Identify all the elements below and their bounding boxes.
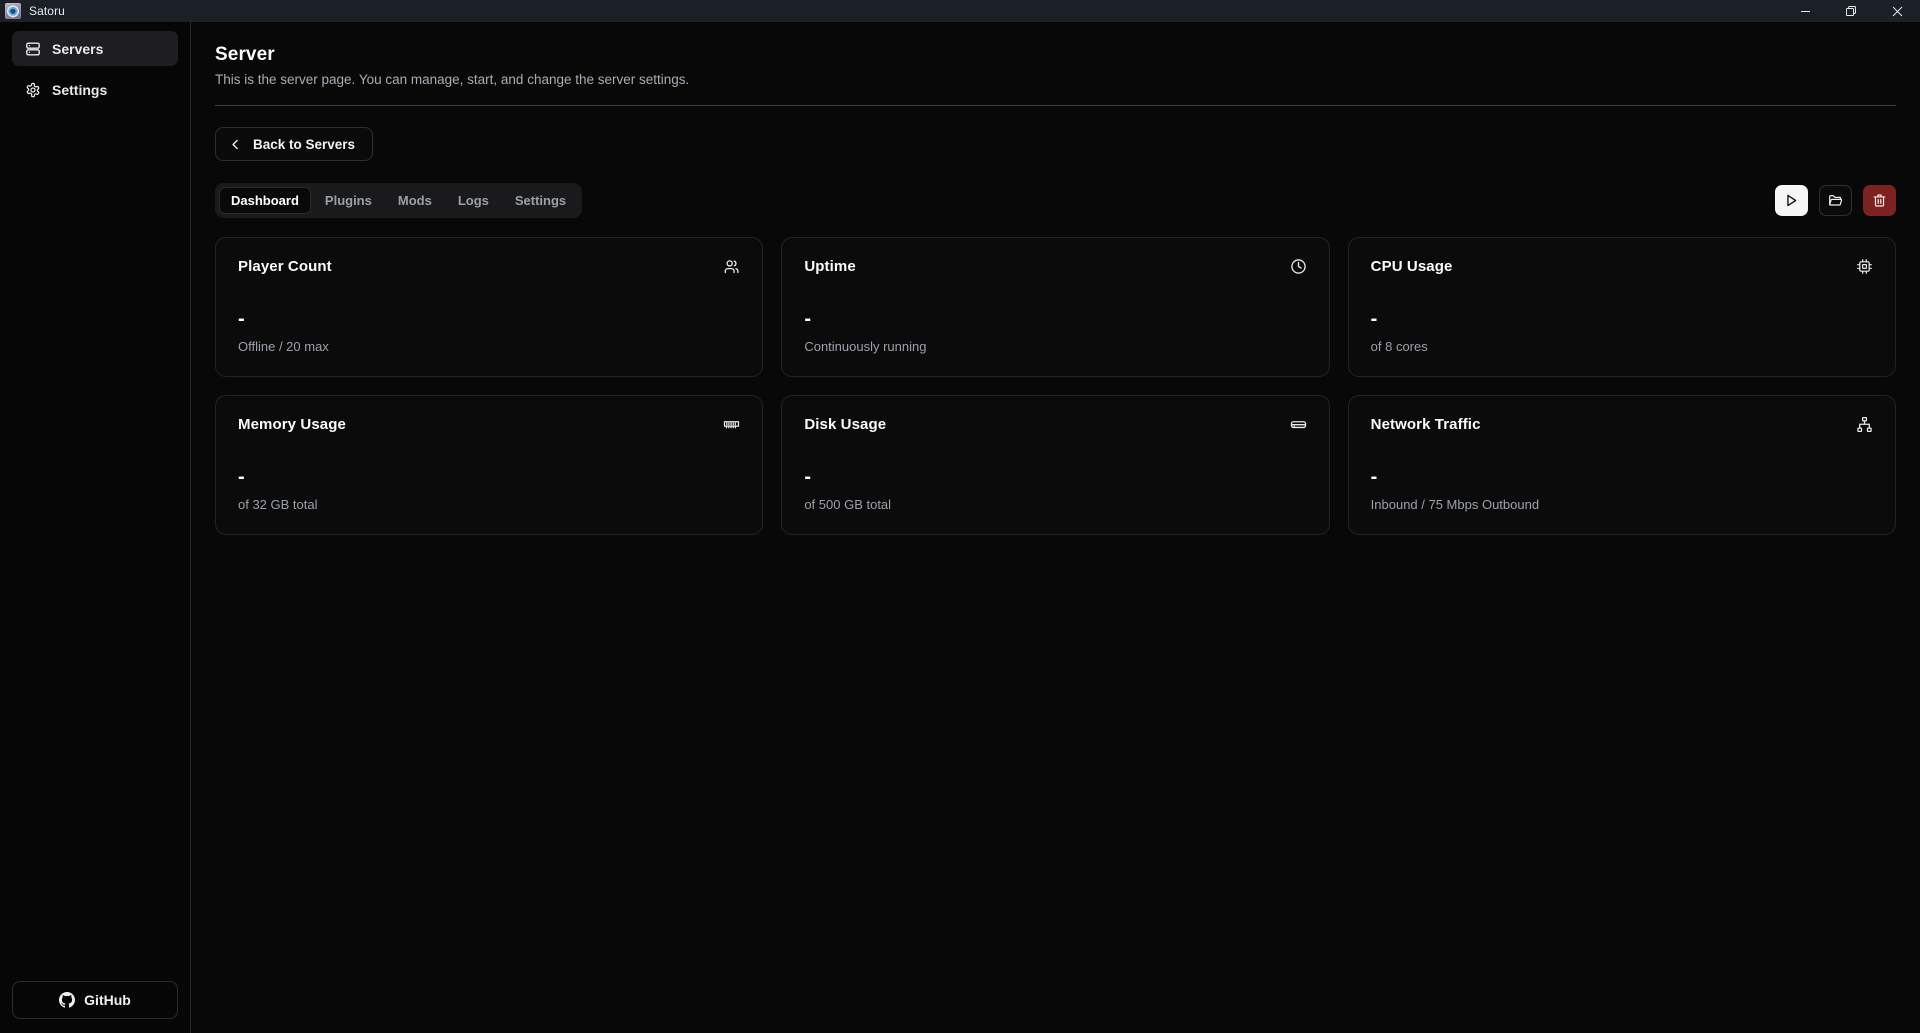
sidebar-item-servers[interactable]: Servers — [12, 31, 178, 66]
tab-settings[interactable]: Settings — [503, 187, 578, 214]
users-icon — [723, 258, 740, 275]
tab-dashboard[interactable]: Dashboard — [219, 187, 311, 214]
card-value: - — [804, 466, 811, 488]
card-title: Uptime — [804, 258, 856, 275]
folder-icon — [1828, 193, 1843, 208]
trash-icon — [1872, 193, 1887, 208]
card-subtitle: of 500 GB total — [804, 497, 892, 512]
github-button-label: GitHub — [84, 992, 131, 1008]
card-header: Disk Usage — [804, 416, 1306, 433]
card-value: - — [1370, 308, 1378, 330]
window-controls — [1782, 0, 1920, 22]
card-uptime: Uptime - Continuously running — [781, 237, 1330, 377]
card-value: - — [238, 466, 245, 488]
stats-card-grid: Player Count - Offline / 20 max Uptime -… — [215, 237, 1896, 535]
card-value: - — [1370, 466, 1378, 488]
back-to-servers-label: Back to Servers — [253, 136, 356, 152]
network-icon — [1856, 416, 1873, 433]
card-title: Memory Usage — [238, 416, 346, 433]
card-value: - — [804, 308, 811, 330]
sidebar-item-label: Settings — [52, 81, 108, 98]
github-button[interactable]: GitHub — [12, 981, 178, 1019]
server-tabs: Dashboard Plugins Mods Logs Settings — [215, 183, 583, 218]
maximize-restore-icon[interactable] — [1828, 0, 1874, 22]
app-shell: Servers Settings GitHub Server This is t… — [0, 22, 1920, 1033]
delete-server-button[interactable] — [1863, 185, 1896, 216]
page-subtitle: This is the server page. You can manage,… — [215, 72, 690, 87]
card-header: Network Traffic — [1371, 416, 1873, 433]
clock-icon — [1290, 258, 1307, 275]
main-content: Server This is the server page. You can … — [191, 22, 1920, 1033]
memory-icon — [723, 416, 740, 433]
card-body: - Inbound / 75 Mbps Outbound — [1371, 467, 1873, 512]
server-toolbar: Dashboard Plugins Mods Logs Settings — [215, 183, 1896, 218]
card-body: - Continuously running — [804, 309, 1306, 354]
card-header: Memory Usage — [238, 416, 740, 433]
sidebar-item-label: Servers — [52, 40, 104, 57]
card-subtitle: of 8 cores — [1370, 339, 1428, 354]
card-body: - of 32 GB total — [238, 467, 740, 512]
tab-plugins[interactable]: Plugins — [313, 187, 384, 214]
card-body: - of 8 cores — [1371, 309, 1873, 354]
start-server-button[interactable] — [1775, 185, 1808, 216]
card-network-traffic: Network Traffic - Inbound / 75 Mbps Outb… — [1347, 395, 1896, 535]
sidebar-nav: Servers Settings — [12, 31, 178, 107]
card-disk-usage: Disk Usage - of 500 GB total — [781, 395, 1330, 535]
card-title: CPU Usage — [1370, 258, 1453, 275]
back-to-servers-button[interactable]: Back to Servers — [215, 127, 374, 161]
gear-icon — [25, 82, 41, 98]
card-memory-usage: Memory Usage - of 32 GB total — [215, 395, 764, 535]
card-cpu-usage: CPU Usage - of 8 cores — [1347, 237, 1896, 377]
card-header: CPU Usage — [1371, 258, 1873, 275]
cpu-icon — [1856, 258, 1873, 275]
harddrive-icon — [1290, 416, 1307, 433]
minimize-icon[interactable] — [1782, 0, 1828, 22]
sidebar-item-settings[interactable]: Settings — [12, 72, 178, 107]
github-icon — [59, 992, 76, 1008]
chevron-left-icon — [229, 138, 242, 151]
header-divider — [215, 105, 1896, 106]
open-folder-button[interactable] — [1819, 185, 1852, 216]
app-title: Satoru — [29, 4, 65, 18]
page-title: Server — [215, 44, 275, 65]
card-header: Player Count — [238, 258, 740, 275]
server-actions — [1775, 185, 1896, 216]
card-subtitle: Offline / 20 max — [238, 339, 329, 354]
satoru-app-icon — [5, 3, 21, 19]
close-icon[interactable] — [1874, 0, 1920, 22]
card-subtitle: Continuously running — [804, 339, 927, 354]
server-icon — [25, 41, 41, 57]
card-body: - Offline / 20 max — [238, 309, 740, 354]
card-value: - — [238, 308, 245, 330]
card-title: Disk Usage — [804, 416, 887, 433]
card-body: - of 500 GB total — [804, 467, 1306, 512]
sidebar: Servers Settings GitHub — [0, 22, 191, 1033]
card-header: Uptime — [804, 258, 1306, 275]
card-subtitle: Inbound / 75 Mbps Outbound — [1370, 497, 1540, 512]
card-player-count: Player Count - Offline / 20 max — [215, 237, 764, 377]
card-title: Player Count — [238, 258, 332, 275]
title-bar-left: Satoru — [0, 3, 65, 19]
card-title: Network Traffic — [1370, 416, 1481, 433]
tab-mods[interactable]: Mods — [386, 187, 444, 214]
tab-logs[interactable]: Logs — [446, 187, 501, 214]
play-icon — [1784, 193, 1799, 208]
card-subtitle: of 32 GB total — [238, 497, 318, 512]
title-bar: Satoru — [0, 0, 1920, 22]
